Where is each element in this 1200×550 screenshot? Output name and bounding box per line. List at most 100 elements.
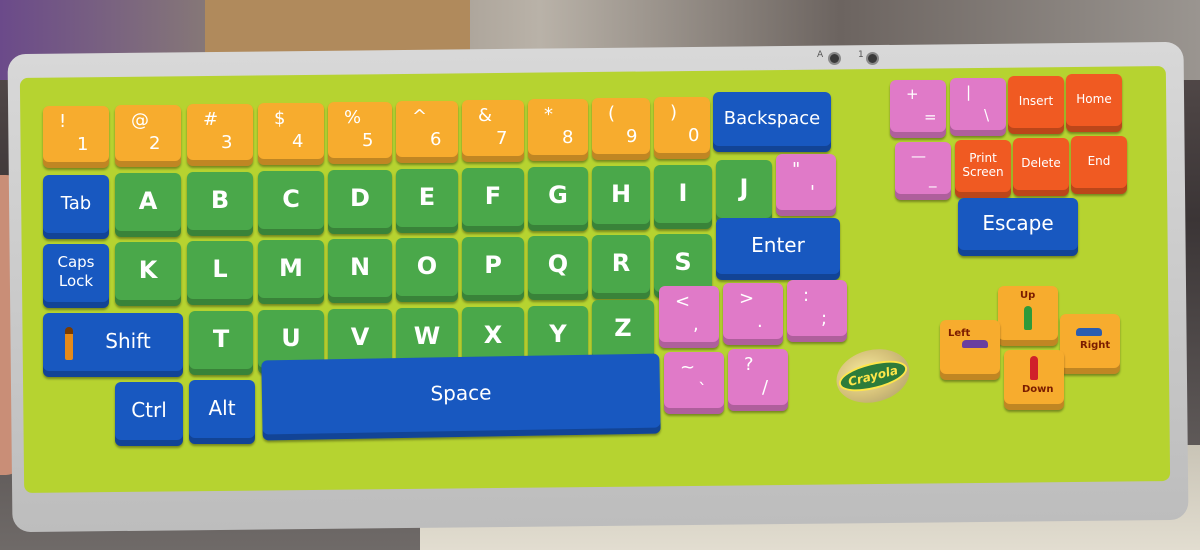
key-quote-shift: " <box>792 159 801 180</box>
key-h-label: H <box>610 180 632 208</box>
key-8[interactable]: * 8 <box>528 99 588 161</box>
key-o[interactable]: O <box>396 238 458 302</box>
key-i[interactable]: I <box>654 165 712 229</box>
key-period[interactable]: > . <box>723 283 783 345</box>
key-0-main: 0 <box>688 125 700 146</box>
escape-key[interactable]: Escape <box>958 198 1078 256</box>
key-a[interactable]: A <box>115 173 181 237</box>
key-n[interactable]: N <box>328 239 392 303</box>
key-7[interactable]: & 7 <box>462 100 524 162</box>
key-9[interactable]: ( 9 <box>592 98 650 160</box>
key-3-main: 3 <box>221 132 233 153</box>
delete-key[interactable]: Delete <box>1013 138 1069 196</box>
key-t[interactable]: T <box>189 311 253 375</box>
backspace-key[interactable]: Backspace <box>713 92 831 152</box>
left-arrow-key[interactable]: Left <box>940 320 1000 380</box>
key-c[interactable]: C <box>258 171 324 235</box>
key-q[interactable]: Q <box>528 236 588 300</box>
key-d[interactable]: D <box>328 170 392 234</box>
blue-crayon-icon <box>1076 328 1102 336</box>
key-p[interactable]: P <box>462 237 524 301</box>
key-9-main: 9 <box>626 126 638 147</box>
key-backslash-shift: | <box>966 83 972 101</box>
key-l[interactable]: L <box>187 241 253 305</box>
key-backslash[interactable]: | \ <box>950 78 1006 136</box>
key-2[interactable]: @ 2 <box>115 105 181 167</box>
key-5-main: 5 <box>362 130 374 151</box>
key-l-label: L <box>212 255 228 283</box>
crayon-icon <box>65 327 73 360</box>
red-crayon-icon <box>1030 356 1038 380</box>
green-crayon-icon <box>1024 306 1032 330</box>
key-x-label: X <box>483 321 503 349</box>
key-7-main: 7 <box>496 128 508 149</box>
print-screen-label: Print Screen <box>962 151 1004 179</box>
down-arrow-key[interactable]: Down <box>1004 350 1064 410</box>
key-m[interactable]: M <box>258 240 324 304</box>
key-4[interactable]: $ 4 <box>258 103 324 165</box>
end-key[interactable]: End <box>1071 136 1127 194</box>
key-4-shift: $ <box>274 108 286 129</box>
right-arrow-key[interactable]: Right <box>1060 314 1120 374</box>
key-6[interactable]: ^ 6 <box>396 101 458 163</box>
key-a-label: A <box>138 187 158 215</box>
key-f-label: F <box>484 182 502 210</box>
key-slash-shift: ? <box>744 354 754 375</box>
key-f[interactable]: F <box>462 168 524 232</box>
key-minus-shift: — <box>911 147 926 165</box>
print-screen-key[interactable]: Print Screen <box>955 140 1011 198</box>
key-comma-main: , <box>693 314 699 335</box>
key-3[interactable]: # 3 <box>187 104 253 166</box>
key-semicolon-main: ; <box>821 308 828 329</box>
up-arrow-key[interactable]: Up <box>998 286 1058 346</box>
key-minus-main: _ <box>929 170 937 188</box>
alt-key[interactable]: Alt <box>189 380 255 444</box>
key-r-label: R <box>611 249 631 277</box>
shift-key[interactable]: Shift <box>43 313 183 377</box>
key-tilde[interactable]: ~ ` <box>664 352 724 414</box>
caps-lock-key[interactable]: Caps Lock <box>43 244 109 308</box>
insert-key[interactable]: Insert <box>1008 76 1064 134</box>
key-b[interactable]: B <box>187 172 253 236</box>
key-period-main: . <box>757 311 763 332</box>
key-r[interactable]: R <box>592 235 650 299</box>
key-k[interactable]: K <box>115 242 181 306</box>
ctrl-key[interactable]: Ctrl <box>115 382 183 446</box>
key-slash-main: / <box>762 377 769 398</box>
key-quote[interactable]: " ' <box>776 154 836 216</box>
up-label: Up <box>1020 290 1036 301</box>
num-led-icon <box>866 52 879 65</box>
key-o-label: O <box>416 252 438 280</box>
tab-key[interactable]: Tab <box>43 175 109 239</box>
key-0[interactable]: ) 0 <box>654 97 710 159</box>
alt-label: Alt <box>208 396 236 420</box>
key-j[interactable]: J <box>716 160 772 224</box>
key-e[interactable]: E <box>396 169 458 233</box>
key-comma[interactable]: < , <box>659 286 719 348</box>
key-quote-main: ' <box>810 182 815 203</box>
key-3-shift: # <box>203 109 219 130</box>
space-key[interactable]: Space <box>261 353 661 441</box>
key-semicolon[interactable]: : ; <box>787 280 847 342</box>
key-5-shift: % <box>344 107 362 128</box>
key-d-label: D <box>350 184 370 212</box>
key-2-shift: @ <box>131 110 149 131</box>
key-5[interactable]: % 5 <box>328 102 392 164</box>
key-comma-shift: < <box>675 291 691 312</box>
left-label: Left <box>948 328 971 339</box>
home-key[interactable]: Home <box>1066 74 1122 132</box>
key-h[interactable]: H <box>592 166 650 230</box>
key-slash[interactable]: ? / <box>728 349 788 411</box>
key-minus[interactable]: — _ <box>895 142 951 200</box>
delete-label: Delete <box>1021 156 1061 170</box>
crayola-logo-text: Crayola <box>835 354 911 398</box>
key-n-label: N <box>349 253 371 281</box>
background-cardboard-box <box>205 0 470 55</box>
enter-key[interactable]: Enter <box>716 218 840 280</box>
end-label: End <box>1087 154 1111 168</box>
key-equals[interactable]: + = <box>890 80 946 138</box>
key-1[interactable]: ! 1 <box>43 106 109 168</box>
key-equals-shift: + <box>906 85 919 103</box>
key-1-main: 1 <box>77 134 89 155</box>
key-g[interactable]: G <box>528 167 588 231</box>
